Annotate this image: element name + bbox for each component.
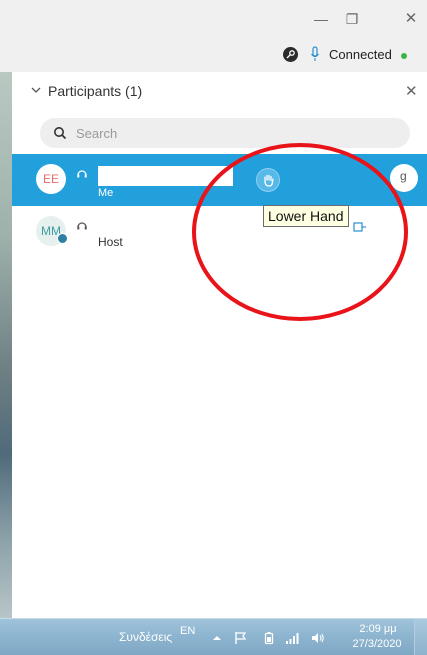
- connections-label[interactable]: Συνδέσεις: [119, 630, 172, 644]
- participant-role: Me: [98, 187, 114, 199]
- flag-icon[interactable]: [234, 631, 248, 645]
- taskbar: Συνδέσεις EN 2:09 μμ 27/3/2020: [0, 618, 427, 655]
- avatar: EE: [36, 164, 66, 194]
- panel-close-button[interactable]: ✕: [405, 82, 418, 100]
- language-indicator[interactable]: EN: [180, 625, 195, 637]
- title-bar: — ❐ ✕: [0, 0, 427, 36]
- clock-date[interactable]: 27/3/2020: [346, 638, 408, 650]
- headset-icon: [77, 222, 87, 230]
- connection-status: Connected: [329, 47, 392, 62]
- panel-header[interactable]: Participants (1) ✕: [12, 72, 427, 110]
- options-letter: g: [400, 169, 407, 183]
- chevron-down-icon[interactable]: [30, 84, 42, 96]
- panel-title: Participants (1): [48, 83, 143, 99]
- host-badge-icon: [57, 233, 68, 244]
- lower-hand-button[interactable]: [256, 168, 280, 192]
- search-icon: [54, 127, 67, 140]
- raised-hand-icon: [264, 174, 274, 187]
- participant-options-button[interactable]: g: [390, 164, 418, 192]
- participant-row-me[interactable]: EE Me g: [12, 154, 427, 206]
- battery-icon[interactable]: [262, 631, 276, 645]
- search-input[interactable]: [76, 124, 396, 142]
- headset-icon: [77, 170, 87, 178]
- key-icon[interactable]: [283, 47, 298, 62]
- show-hidden-icon[interactable]: [210, 631, 224, 645]
- participant-name-redacted: [98, 166, 233, 186]
- connection-bar: Connected: [0, 36, 427, 72]
- restore-button[interactable]: ❐: [343, 10, 361, 28]
- desktop-background: [0, 72, 12, 618]
- minimize-button[interactable]: —: [312, 10, 330, 28]
- lower-hand-tooltip: Lower Hand: [263, 205, 349, 227]
- participant-role: Host: [98, 235, 123, 249]
- window-close-button[interactable]: ✕: [402, 10, 420, 28]
- signal-icon[interactable]: [285, 631, 299, 645]
- clock-time[interactable]: 2:09 μμ: [356, 623, 400, 635]
- cursor-icon: [353, 222, 366, 232]
- show-desktop-button[interactable]: [414, 619, 427, 655]
- search-box[interactable]: [40, 118, 410, 148]
- participants-panel: Participants (1) ✕ EE Me g MM: [12, 72, 427, 618]
- connected-indicator: [401, 53, 407, 59]
- volume-icon[interactable]: [311, 631, 325, 645]
- microphone-icon[interactable]: [310, 46, 320, 62]
